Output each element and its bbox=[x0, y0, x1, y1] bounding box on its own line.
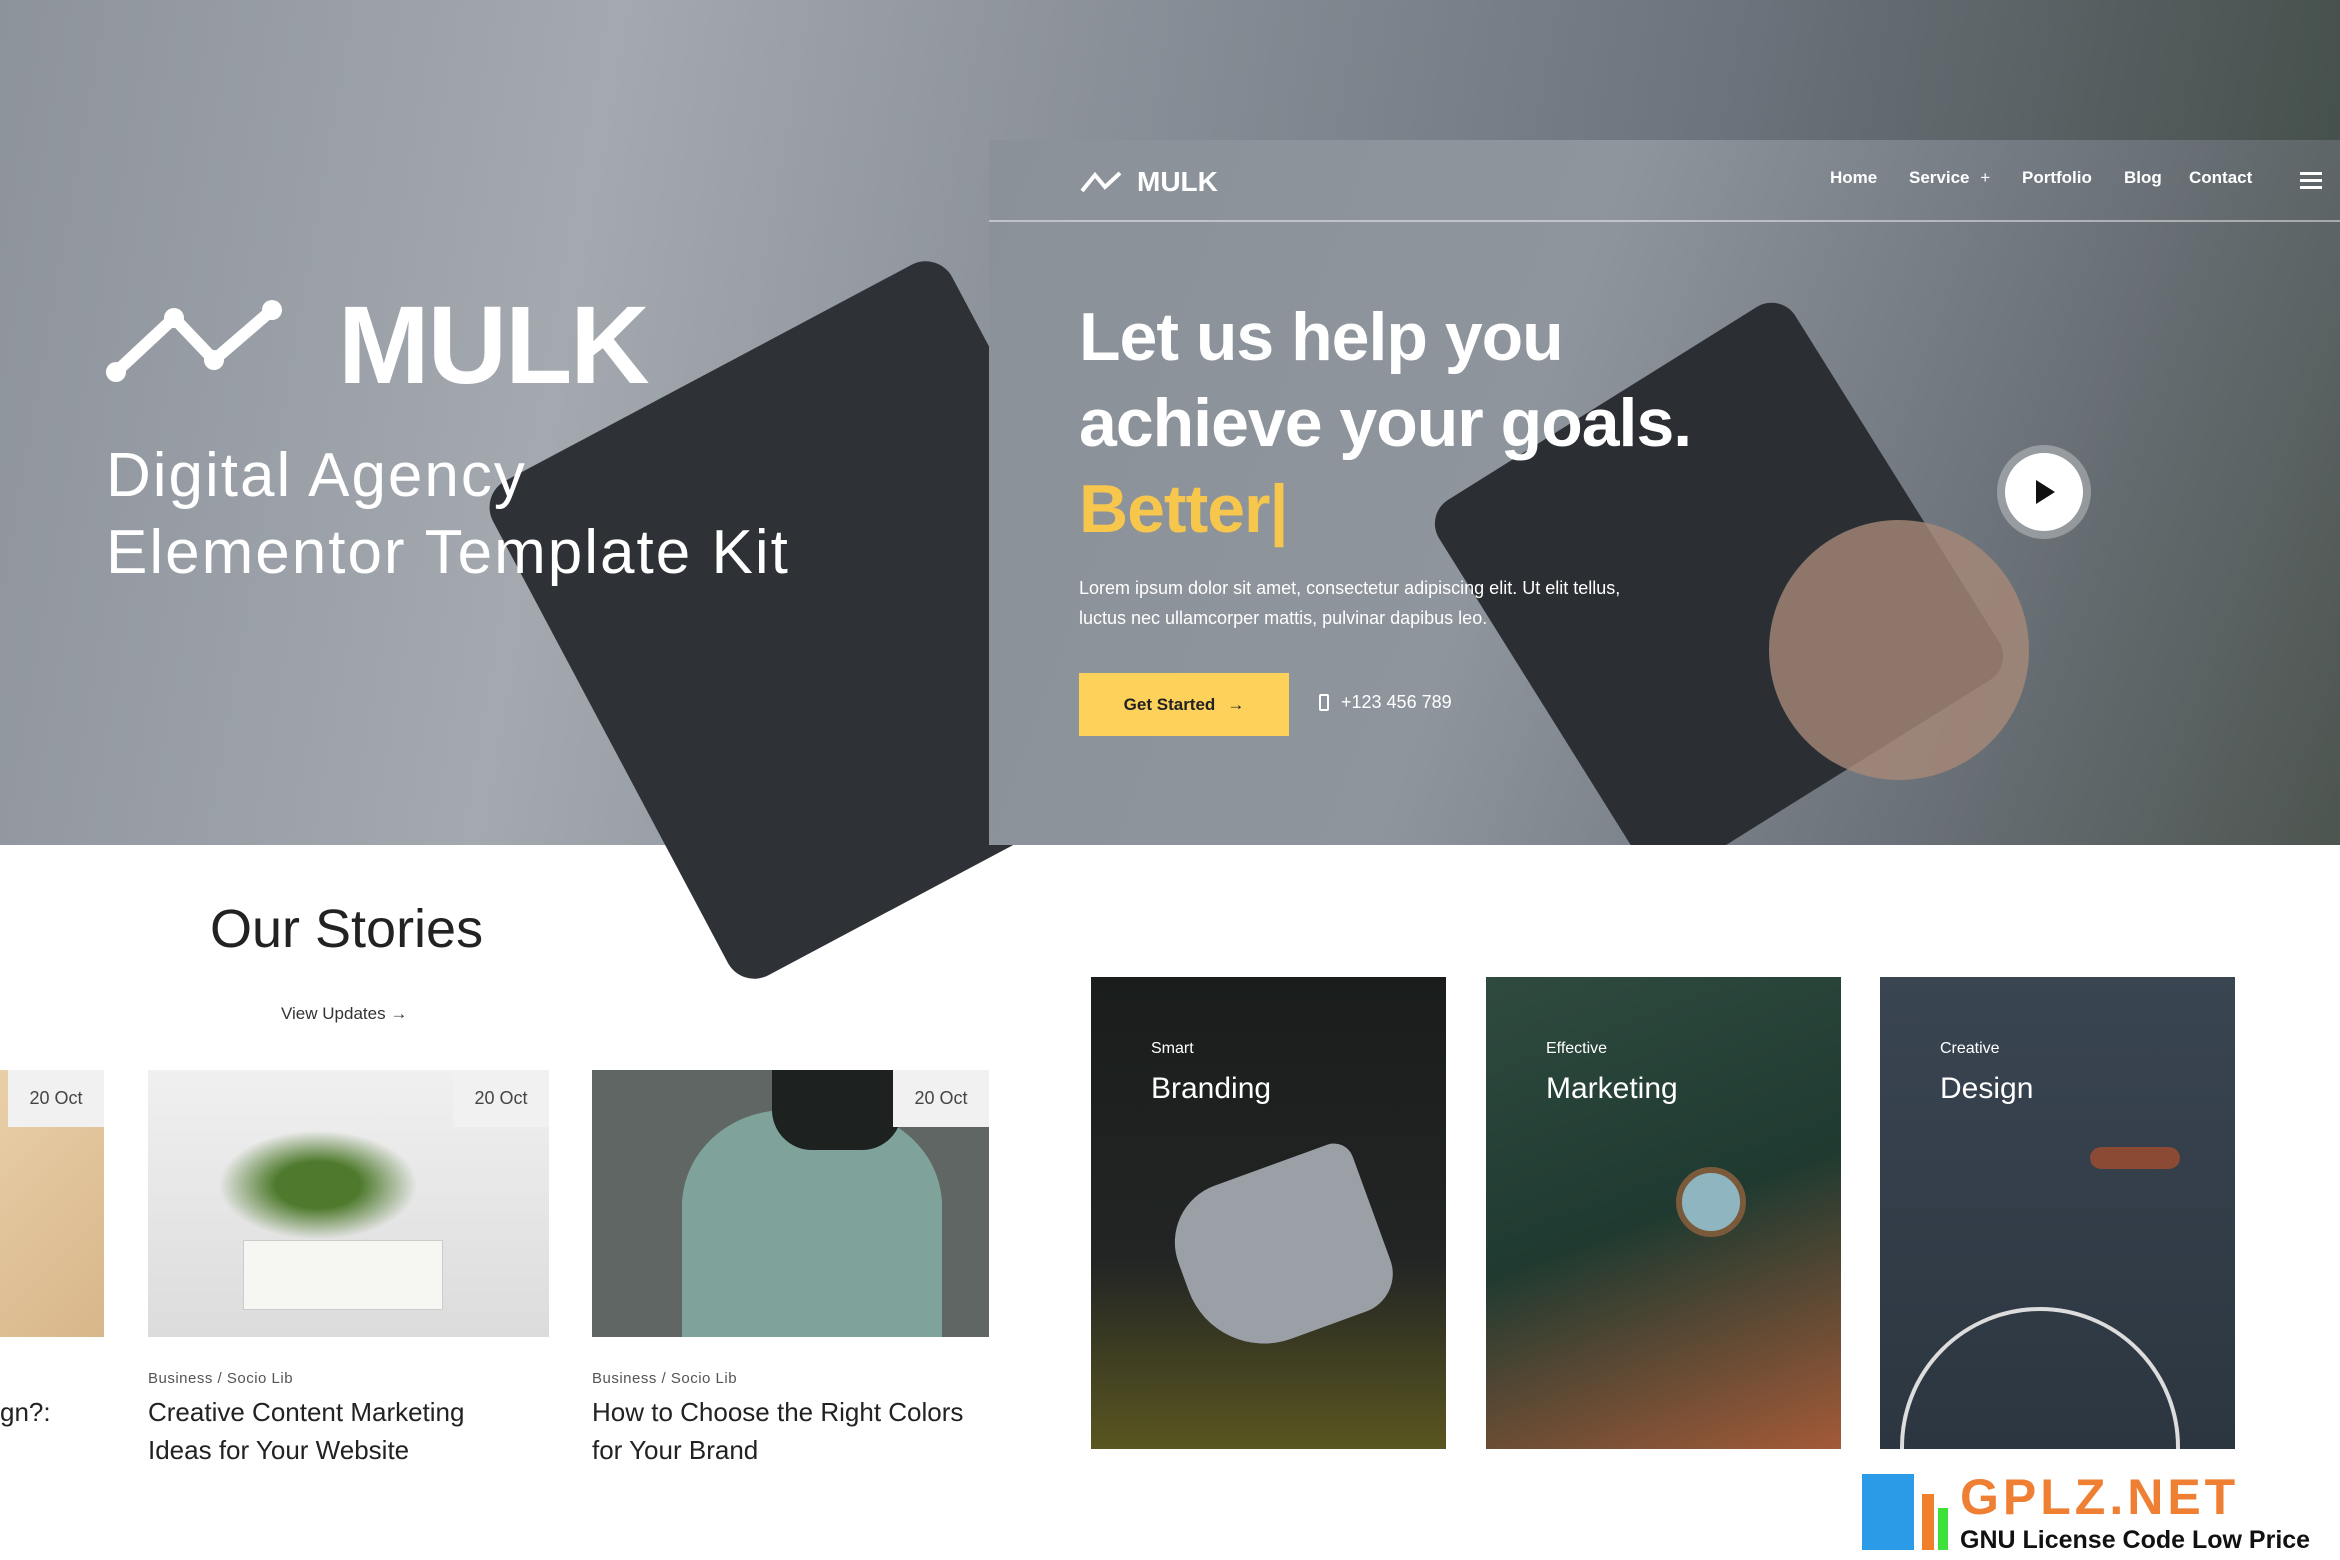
hero-paragraph-line2: luctus nec ullamcorper mattis, pulvinar … bbox=[1079, 608, 1488, 628]
plant-image bbox=[218, 1130, 418, 1240]
hero-heading-line1: Let us help you bbox=[1079, 299, 1564, 375]
sneaker-image bbox=[1157, 1137, 1405, 1367]
hamburger-menu-icon[interactable] bbox=[2300, 172, 2322, 193]
story-card-image[interactable]: 20 Oct bbox=[0, 1070, 104, 1337]
arrow-right-icon: → bbox=[1227, 694, 1245, 714]
play-icon bbox=[2036, 480, 2055, 504]
story-title[interactable]: Creative Content Marketing Ideas for Your… bbox=[148, 1393, 464, 1469]
watch-image bbox=[1676, 1167, 1746, 1237]
cap-image bbox=[772, 1070, 902, 1150]
date-badge: 20 Oct bbox=[453, 1070, 549, 1127]
nav-contact[interactable]: Contact bbox=[2189, 168, 2252, 188]
title-line: Creative Content Marketing bbox=[148, 1397, 465, 1427]
hero-typed-word: Better| bbox=[1079, 471, 1289, 547]
nav-service[interactable]: Service + bbox=[1909, 168, 1990, 188]
books-image bbox=[243, 1240, 443, 1310]
nav-logo-text: MULK bbox=[1137, 166, 1218, 197]
hand-image bbox=[1769, 520, 2029, 780]
nav-portfolio[interactable]: Portfolio bbox=[2022, 168, 2092, 188]
nav-blog[interactable]: Blog bbox=[2124, 168, 2162, 188]
service-card-design[interactable]: Creative Design bbox=[1880, 977, 2235, 1449]
date-badge: 20 Oct bbox=[893, 1070, 989, 1127]
section-title: Our Stories bbox=[210, 899, 484, 959]
arrow-right-icon: → bbox=[390, 1004, 408, 1023]
story-meta: Business / Socio Lib bbox=[148, 1370, 294, 1387]
nav-divider bbox=[989, 220, 2340, 222]
bar-icon bbox=[1922, 1494, 1934, 1550]
service-title: Design bbox=[1940, 1072, 2034, 1105]
watermark-tagline: GNU License Code Low Price bbox=[1960, 1526, 2311, 1554]
play-video-button[interactable] bbox=[2005, 453, 2083, 531]
get-started-label: Get Started bbox=[1123, 694, 1216, 714]
brand-name: MULK bbox=[338, 284, 650, 407]
service-label: Creative bbox=[1940, 1040, 2000, 1057]
service-label: Effective bbox=[1546, 1040, 1608, 1057]
view-updates-link[interactable]: View Updates → bbox=[281, 1004, 407, 1024]
date-badge: 20 Oct bbox=[8, 1070, 104, 1127]
mulk-logo-icon bbox=[106, 300, 282, 382]
service-card-branding[interactable]: Smart Branding bbox=[1091, 977, 1446, 1449]
code-doc-icon bbox=[1862, 1474, 1914, 1550]
story-title[interactable]: gn?: bbox=[0, 1393, 51, 1431]
story-title[interactable]: How to Choose the Right Colors for Your B… bbox=[592, 1393, 963, 1469]
view-updates-label: View Updates bbox=[281, 1004, 386, 1023]
watermark-brand: GPLZ.NET bbox=[1960, 1469, 2240, 1525]
story-meta: Business / Socio Lib bbox=[592, 1370, 738, 1387]
plus-icon: + bbox=[1980, 168, 1991, 187]
phone-icon bbox=[1319, 694, 1329, 711]
nav-logo[interactable]: MULK bbox=[1079, 166, 1218, 198]
watermark: GPLZ.NET GNU License Code Low Price bbox=[1862, 1469, 2332, 1554]
service-label: Smart bbox=[1151, 1040, 1194, 1057]
bicycle-saddle-image bbox=[2090, 1147, 2180, 1169]
title-line: for Your Brand bbox=[592, 1435, 759, 1465]
service-title: Branding bbox=[1151, 1072, 1272, 1105]
title-line: How to Choose the Right Colors bbox=[592, 1397, 964, 1427]
bicycle-wheel-image bbox=[1900, 1307, 2180, 1449]
phone-link[interactable]: +123 456 789 bbox=[1319, 692, 1452, 713]
bar-icon bbox=[1938, 1508, 1948, 1550]
nav-service-label: Service bbox=[1909, 168, 1970, 187]
subtitle-line1: Digital Agency bbox=[106, 441, 527, 510]
hero-paragraph-line1: Lorem ipsum dolor sit amet, consectetur … bbox=[1079, 578, 1621, 598]
subtitle-line2: Elementor Template Kit bbox=[106, 518, 790, 587]
story-card-image[interactable]: 20 Oct bbox=[148, 1070, 549, 1337]
story-card-image[interactable]: 20 Oct bbox=[592, 1070, 989, 1337]
logo-icon bbox=[1080, 171, 1122, 193]
hero-heading-line2: achieve your goals. bbox=[1079, 385, 1692, 461]
title-line: Ideas for Your Website bbox=[148, 1435, 410, 1465]
get-started-button[interactable]: Get Started → bbox=[1079, 673, 1289, 736]
service-title: Marketing bbox=[1546, 1072, 1678, 1105]
service-card-marketing[interactable]: Effective Marketing bbox=[1486, 977, 1841, 1449]
nav-home[interactable]: Home bbox=[1830, 168, 1877, 188]
phone-number: +123 456 789 bbox=[1341, 692, 1452, 712]
